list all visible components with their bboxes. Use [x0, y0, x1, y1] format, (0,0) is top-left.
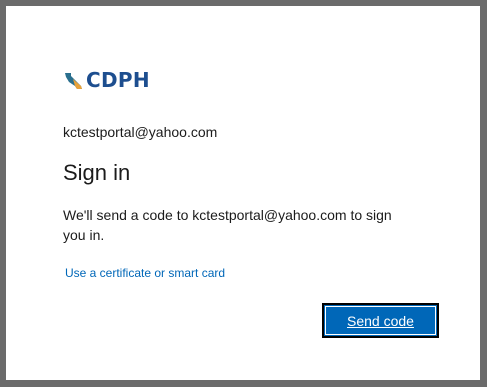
sign-in-card: CDPH kctestportal@yahoo.com Sign in We'l… [6, 6, 480, 380]
page-title: Sign in [63, 160, 131, 185]
send-code-description: We'll send a code to kctestportal@yahoo.… [63, 207, 392, 243]
logo-text: CDPH [86, 68, 150, 92]
certificate-link[interactable]: Use a certificate or smart card [65, 265, 225, 281]
cdph-logo: CDPH [63, 68, 150, 92]
california-state-shape-icon [65, 73, 82, 89]
account-identity: kctestportal@yahoo.com [63, 124, 218, 140]
send-code-button[interactable]: Send code [322, 303, 439, 338]
